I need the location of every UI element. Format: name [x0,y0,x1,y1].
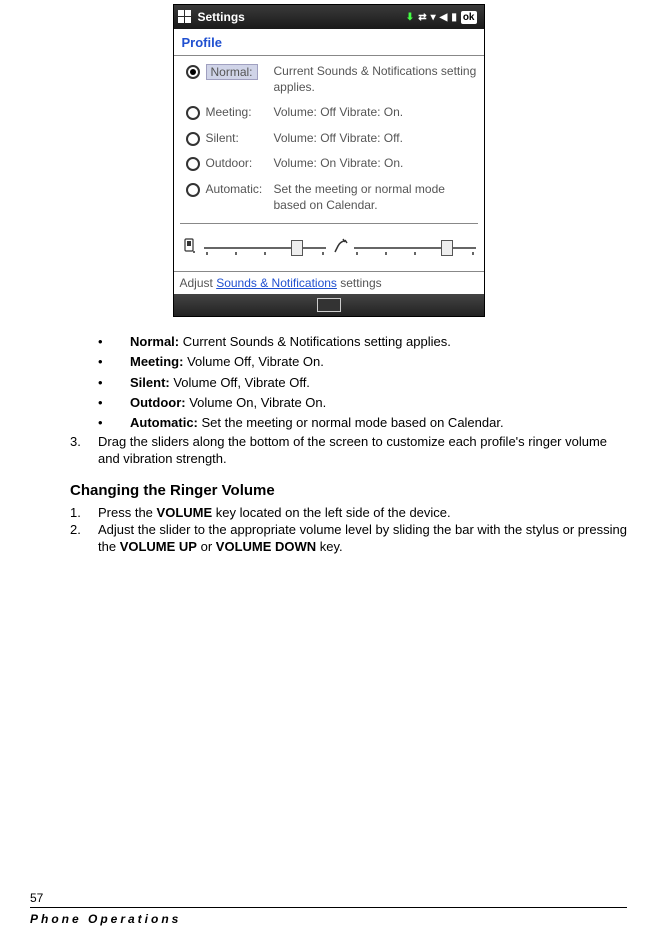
adjust-prefix: Adjust [180,276,217,290]
step-3: 3. Drag the sliders along the bottom of … [70,434,627,468]
step-text: key located on the left side of the devi… [212,505,450,520]
profile-row-silent[interactable]: Silent: Volume: Off Vibrate: Off. [180,131,478,147]
keyboard-icon[interactable] [317,298,341,312]
sync-icon: ⬇ [406,12,414,23]
radio-icon[interactable] [186,65,200,79]
bullet-term: Silent: [130,375,170,390]
vibration-slider[interactable] [354,240,476,256]
device-screenshot: Settings ⬇ ⇄ ▾ ◀ ▮ ok Profile Normal: Cu… [173,4,485,317]
bullet-desc: Volume Off, Vibrate Off. [170,375,310,390]
signal-icon: ▾ [431,12,436,23]
profile-row-outdoor[interactable]: Outdoor: Volume: On Vibrate: On. [180,156,478,172]
ringer-volume-slider[interactable] [204,240,326,256]
status-icons: ⬇ ⇄ ▾ ◀ ▮ ok [406,11,480,24]
radio-icon[interactable] [186,183,200,197]
bullet-term: Outdoor: [130,395,186,410]
key-name: VOLUME [157,505,213,520]
step-number: 2. [70,522,98,556]
windows-start-icon[interactable] [178,10,192,24]
step-number: 3. [70,434,98,468]
profile-label: Silent: [206,131,239,145]
page-number: 57 [30,891,627,905]
bullet-desc: Volume Off, Vibrate On. [183,354,323,369]
profile-desc: Current Sounds & Notifications setting a… [274,64,478,95]
bullet-list: •Normal: Current Sounds & Notifications … [98,333,627,432]
profile-desc: Set the meeting or normal mode based on … [274,182,478,213]
ok-button[interactable]: ok [461,11,477,24]
bullet-term: Normal: [130,334,179,349]
bullet-term: Meeting: [130,354,183,369]
step-text: Press the [98,505,157,520]
step-1: 1. Press the VOLUME key located on the l… [70,505,627,522]
profile-label: Outdoor: [206,156,253,170]
step-2: 2. Adjust the slider to the appropriate … [70,522,627,556]
device-icon [182,238,198,257]
profile-label: Meeting: [206,105,252,119]
step-number: 1. [70,505,98,522]
key-name: VOLUME UP [120,539,197,554]
sounds-notifications-link[interactable]: Sounds & Notifications [216,276,337,290]
radio-icon[interactable] [186,157,200,171]
battery-icon: ▮ [451,12,457,23]
profile-label: Normal: [206,64,258,80]
vibrate-icon [332,238,348,257]
profile-row-automatic[interactable]: Automatic: Set the meeting or normal mod… [180,182,478,213]
bullet-desc: Current Sounds & Notifications setting a… [179,334,451,349]
step-text: or [197,539,216,554]
radio-icon[interactable] [186,106,200,120]
section-header: Profile [174,29,484,56]
profile-label: Automatic: [206,182,263,196]
bullet-term: Automatic: [130,415,198,430]
slider-row [180,223,478,271]
step-text: key. [316,539,343,554]
radio-icon[interactable] [186,132,200,146]
window-titlebar: Settings ⬇ ⇄ ▾ ◀ ▮ ok [174,5,484,29]
page-footer: 57 Phone Operations [0,891,657,926]
bullet-desc: Set the meeting or normal mode based on … [198,415,504,430]
speaker-icon: ◀ [440,12,448,23]
footer-title: Phone Operations [30,912,627,926]
swap-icon: ⇄ [418,12,426,23]
section-title: Changing the Ringer Volume [70,482,627,499]
profile-row-meeting[interactable]: Meeting: Volume: Off Vibrate: On. [180,105,478,121]
soft-key-bar [174,294,484,316]
adjust-row: Adjust Sounds & Notifications settings [174,271,484,294]
step-text: Drag the sliders along the bottom of the… [98,434,627,468]
profile-row-normal[interactable]: Normal: Current Sounds & Notifications s… [180,64,478,95]
adjust-suffix: settings [337,276,382,290]
profile-desc: Volume: On Vibrate: On. [274,156,478,172]
profile-desc: Volume: Off Vibrate: On. [274,105,478,121]
bullet-desc: Volume On, Vibrate On. [186,395,327,410]
key-name: VOLUME DOWN [216,539,316,554]
window-title: Settings [198,10,245,24]
profile-desc: Volume: Off Vibrate: Off. [274,131,478,147]
